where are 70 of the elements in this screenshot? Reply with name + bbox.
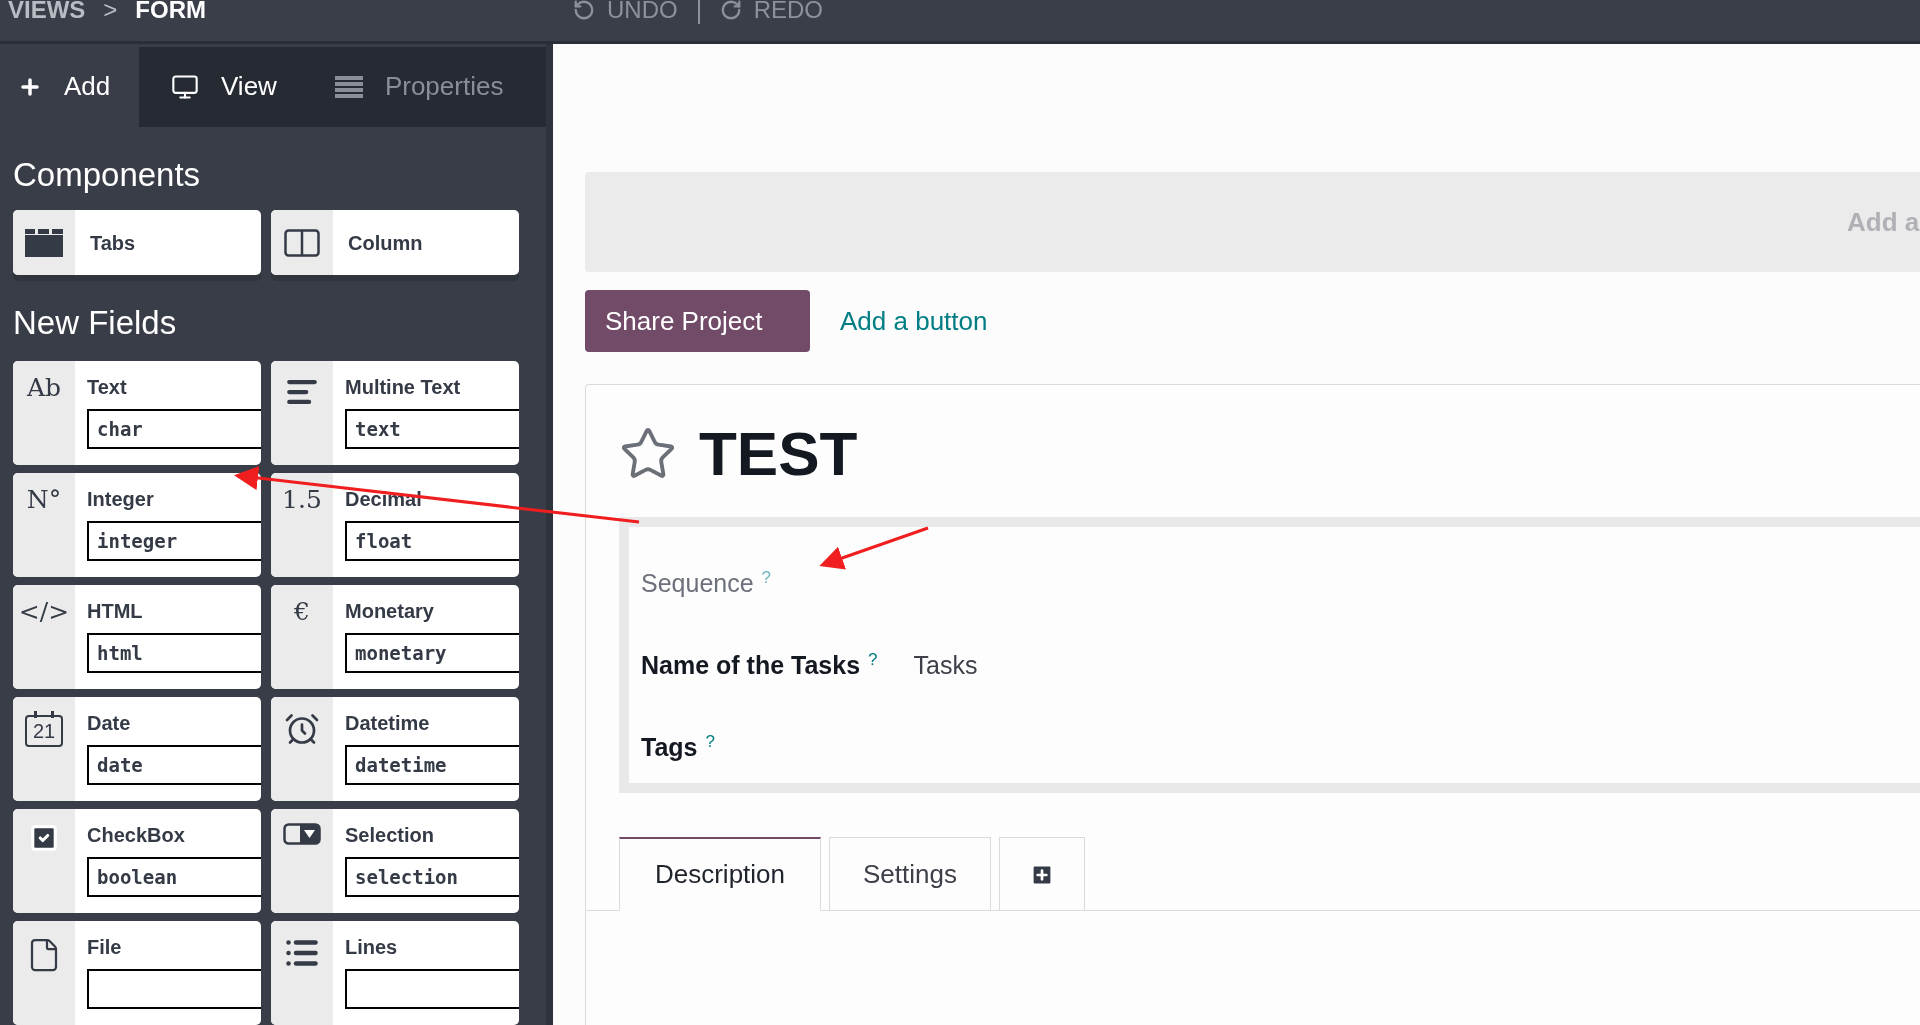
field-type-box: integer — [87, 521, 261, 561]
share-button[interactable]: Share Project — [585, 290, 810, 352]
stacked-rows-icon — [334, 75, 363, 98]
component-label: Column — [347, 230, 423, 256]
field-type-box: date — [87, 745, 261, 785]
sidebar-tab[interactable]: View — [139, 47, 317, 127]
field-value: Tasks — [913, 650, 978, 681]
alarm-clock-icon — [284, 711, 320, 747]
field-card[interactable]: 1.5 Decimal float — [271, 473, 519, 577]
field-label: Lines — [345, 935, 399, 959]
field-card[interactable]: Multine Text text — [271, 361, 519, 465]
component-label: Tabs — [89, 230, 136, 256]
help-mark[interactable]: ? — [868, 647, 878, 673]
folder-tabs-icon — [25, 228, 63, 257]
field-label: File — [87, 935, 123, 959]
field-card[interactable]: Selection selection — [271, 809, 519, 913]
columns-icon — [284, 228, 320, 257]
field-type-box: monetary — [345, 633, 519, 673]
form-tab[interactable]: Settings — [829, 837, 991, 911]
field-type-icon: N° — [26, 487, 62, 512]
field-type-box: char — [87, 409, 261, 449]
undo-icon — [573, 0, 595, 21]
field-label: Date — [87, 711, 132, 735]
field-label: Tags — [641, 732, 698, 763]
field-label: Text — [87, 375, 128, 399]
field-card[interactable]: Lines — [271, 921, 519, 1025]
help-mark[interactable]: ? — [705, 729, 715, 755]
add-button-link[interactable]: Add a button — [840, 301, 988, 341]
dropdown-select-icon — [283, 823, 321, 845]
sidebar-tab[interactable]: Add — [0, 47, 139, 127]
field-card[interactable]: CheckBox boolean — [13, 809, 261, 913]
field-label: Sequence — [641, 568, 754, 599]
field-type-box: selection — [345, 857, 519, 897]
field-type-icon: Ab — [26, 375, 62, 400]
field-card[interactable]: 21 Date date — [13, 697, 261, 801]
field-type-box: float — [345, 521, 519, 561]
field-label: Name of the Tasks — [641, 650, 861, 681]
field-card[interactable]: Ab Text char — [13, 361, 261, 465]
field-label: Decimal — [345, 487, 423, 511]
breadcrumb-item: FORM — [135, 0, 206, 25]
field-card[interactable]: Datetime datetime — [271, 697, 519, 801]
field-label: Multine Text — [345, 375, 462, 399]
field-type-box: html — [87, 633, 261, 673]
breadcrumb-separator: > — [103, 0, 118, 25]
add-tab-button[interactable] — [999, 837, 1085, 911]
redo-icon — [719, 0, 742, 21]
field-label: HTML — [87, 599, 144, 623]
checkbox-icon — [29, 823, 59, 853]
section-title: Components — [13, 154, 202, 195]
field-type-box: boolean — [87, 857, 261, 897]
field-label: Monetary — [345, 599, 435, 623]
monitor-icon — [171, 72, 199, 101]
field-label: Selection — [345, 823, 435, 847]
field-label: CheckBox — [87, 823, 186, 847]
field-type-box: text — [345, 409, 519, 449]
field-type-box: datetime — [345, 745, 519, 785]
field-type-icon: € — [294, 599, 310, 624]
field-type-icon: </> — [18, 599, 70, 624]
field-label: Integer — [87, 487, 155, 511]
section-title: New Fields — [13, 303, 178, 343]
field-type-icon: 1.5 — [282, 487, 322, 512]
record-title: TEST — [699, 423, 858, 485]
field-card[interactable]: € Monetary monetary — [271, 585, 519, 689]
field-card[interactable]: File — [13, 921, 261, 1025]
header-bar-text: Add a — [1847, 205, 1920, 239]
breadcrumb-item[interactable]: VIEWS — [8, 0, 86, 28]
field-card[interactable]: N° Integer integer — [13, 473, 261, 577]
field-card[interactable]: </> HTML html — [13, 585, 261, 689]
form-tab[interactable]: Description — [619, 837, 821, 911]
field-label: Datetime — [345, 711, 431, 735]
